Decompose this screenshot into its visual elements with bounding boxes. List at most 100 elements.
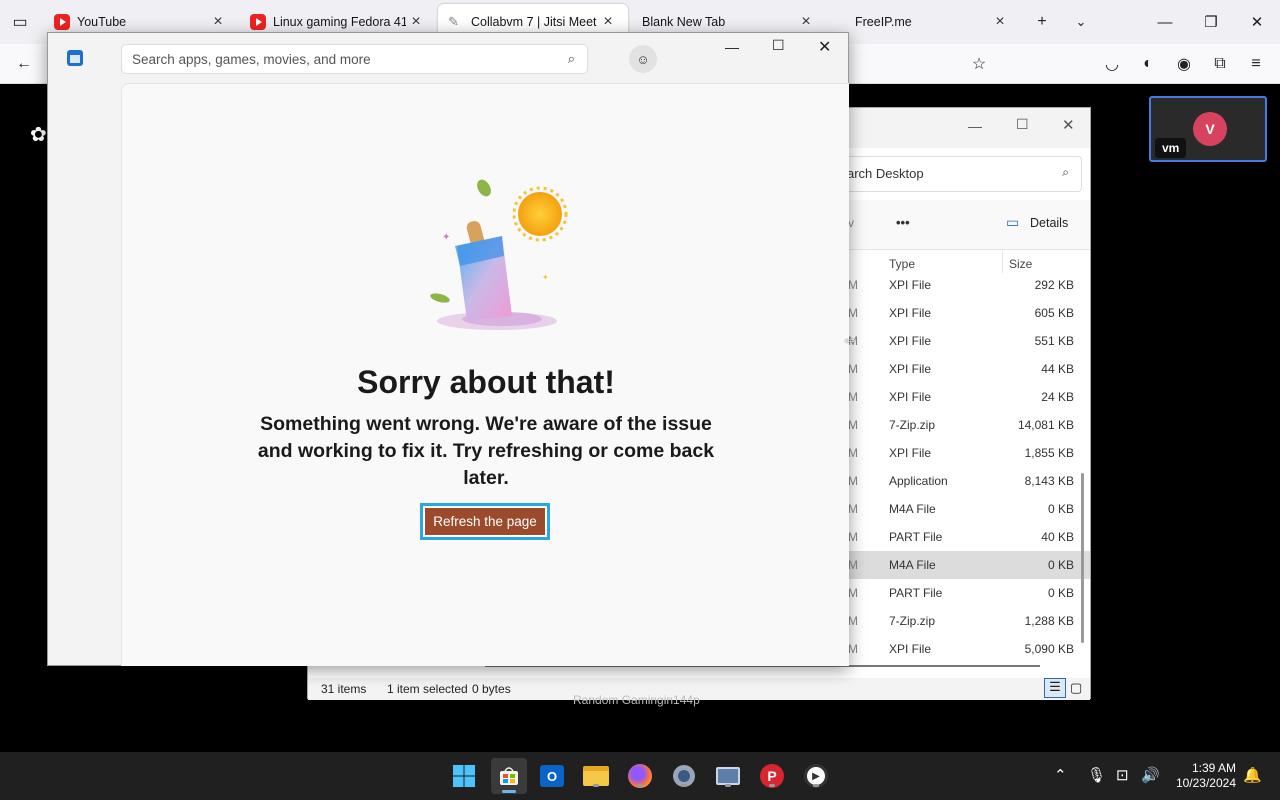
file-type: 7-Zip.zip: [889, 418, 936, 432]
tab-title: YouTube: [77, 15, 127, 29]
pocket-icon[interactable]: ◡: [1100, 52, 1124, 76]
search-placeholder: Search apps, games, movies, and more: [132, 52, 371, 67]
chevron-down-icon[interactable]: ⌄: [1069, 10, 1093, 34]
melting-popsicle-illustration: ✦ ✦: [430, 179, 568, 330]
taskbar-firefox[interactable]: [625, 761, 655, 791]
tab-title: FreeIP.me: [855, 15, 912, 29]
file-type: XPI File: [889, 306, 932, 320]
clock-time: 1:39 AM: [1191, 761, 1236, 775]
start-button[interactable]: [449, 761, 479, 791]
file-size: 40 KB: [1041, 530, 1074, 544]
close-tab-icon[interactable]: ×: [990, 13, 1010, 31]
tab-title: Collabvm 7 | Jitsi Meet: [471, 15, 597, 29]
account-icon[interactable]: ◉: [1172, 52, 1196, 76]
close-tab-icon[interactable]: ×: [406, 13, 426, 31]
taskbar-psiphon[interactable]: P: [757, 761, 787, 791]
svg-text:✦: ✦: [542, 273, 549, 282]
file-size: 1,288 KB: [1024, 614, 1074, 628]
column-type[interactable]: Type: [889, 257, 915, 271]
dark-mode-icon[interactable]: ◐: [1136, 52, 1160, 76]
outlook-icon: O: [540, 765, 564, 787]
back-arrow-icon[interactable]: ←: [12, 52, 36, 76]
restore-icon[interactable]: ❐: [1188, 0, 1234, 44]
tab-list-icon[interactable]: ▭: [8, 10, 32, 34]
minimize-icon[interactable]: —: [968, 118, 982, 134]
user-account-icon[interactable]: ☺: [629, 45, 657, 73]
details-view-icon[interactable]: ☰: [1044, 678, 1066, 698]
minimize-icon[interactable]: —: [1142, 0, 1188, 44]
file-size: 14,081 KB: [1017, 418, 1074, 432]
taskbar-remote-app[interactable]: [713, 761, 743, 791]
jitsi-favicon-icon: ✎: [448, 14, 459, 29]
youtube-favicon-icon: [54, 14, 70, 30]
explorer-search-input[interactable]: arch Desktop ⌕: [838, 156, 1082, 192]
file-size: 0 KB: [1047, 586, 1074, 600]
store-logo-icon: [67, 50, 83, 66]
file-modified-partial: M: [848, 530, 858, 544]
network-icon[interactable]: ⊡: [1116, 766, 1129, 784]
bookmark-star-icon[interactable]: ☆: [967, 52, 991, 76]
file-type: XPI File: [889, 390, 932, 404]
taskbar: O P ▶ ⌃ 🎙 ⊡ 🔊 1:39 AM 10/23/2024 🔔: [0, 752, 1280, 800]
minimize-icon[interactable]: —: [725, 39, 739, 55]
close-tab-icon[interactable]: ×: [208, 13, 228, 31]
menu-icon[interactable]: ≡: [1244, 52, 1268, 76]
file-type: 7-Zip.zip: [889, 614, 936, 628]
taskbar-file-explorer[interactable]: [581, 761, 611, 791]
file-type: XPI File: [889, 446, 932, 460]
file-modified-partial: M: [848, 418, 858, 432]
file-size: 292 KB: [1034, 278, 1074, 292]
close-tab-icon[interactable]: ×: [598, 13, 618, 31]
file-size: 0 KB: [1047, 558, 1074, 572]
close-tab-icon[interactable]: ×: [796, 13, 816, 31]
avatar: V: [1193, 112, 1227, 146]
file-size: 551 KB: [1034, 334, 1074, 348]
extensions-icon[interactable]: ⧉: [1208, 52, 1232, 76]
file-type: XPI File: [889, 334, 932, 348]
windows-logo-icon: [453, 765, 475, 787]
details-button[interactable]: Details: [1030, 216, 1068, 230]
maximize-icon[interactable]: ☐: [772, 37, 785, 54]
close-icon[interactable]: ✕: [818, 37, 831, 57]
file-modified-partial: M: [848, 586, 858, 600]
file-size: 1,855 KB: [1024, 446, 1074, 460]
folder-icon: [583, 766, 609, 786]
vertical-scrollbar[interactable]: [1081, 473, 1084, 643]
microphone-icon[interactable]: 🎙: [1087, 766, 1106, 784]
close-window-icon[interactable]: ✕: [1234, 0, 1280, 44]
search-text: arch Desktop: [847, 166, 924, 181]
file-type: XPI File: [889, 362, 932, 376]
taskbar-microsoft-store[interactable]: [491, 758, 527, 794]
file-modified-partial: M: [848, 278, 858, 292]
more-options-button[interactable]: •••: [896, 215, 910, 230]
maximize-icon[interactable]: ☐: [1016, 116, 1029, 133]
svg-text:✦: ✦: [442, 232, 450, 243]
column-size[interactable]: Size: [1009, 257, 1032, 271]
refresh-page-button[interactable]: Refresh the page: [425, 508, 545, 535]
file-size: 24 KB: [1041, 390, 1074, 404]
tiles-view-icon[interactable]: ▢: [1070, 680, 1082, 696]
file-modified-partial: M: [848, 614, 858, 628]
taskbar-media-player[interactable]: ▶: [801, 761, 831, 791]
taskbar-outlook[interactable]: O: [537, 761, 567, 791]
file-type: PART File: [889, 530, 943, 544]
taskbar-settings[interactable]: [669, 761, 699, 791]
file-modified-partial: M: [848, 306, 858, 320]
volume-icon[interactable]: 🔊: [1141, 766, 1160, 784]
clock[interactable]: 1:39 AM 10/23/2024: [1176, 761, 1236, 791]
tab-freeip[interactable]: FreeIP.me ×: [830, 4, 1020, 40]
file-type: M4A File: [889, 558, 936, 572]
file-modified-partial: M: [848, 642, 858, 656]
monitor-icon: [716, 767, 740, 785]
store-bag-icon: [500, 767, 518, 785]
microsoft-store-window: Search apps, games, movies, and more ⌕ ☺…: [47, 32, 849, 666]
new-tab-icon[interactable]: +: [1030, 10, 1054, 34]
participant-tile[interactable]: V vm: [1149, 96, 1267, 162]
file-size: 5,090 KB: [1024, 642, 1074, 656]
chevron-up-icon[interactable]: ⌃: [1054, 766, 1067, 784]
file-type: Application: [889, 474, 948, 488]
notification-bell-icon[interactable]: 🔔: [1243, 766, 1262, 784]
resize-cursor-icon: ⇔: [841, 329, 859, 349]
close-icon[interactable]: ✕: [1062, 116, 1075, 134]
store-search-input[interactable]: Search apps, games, movies, and more ⌕: [121, 44, 588, 74]
